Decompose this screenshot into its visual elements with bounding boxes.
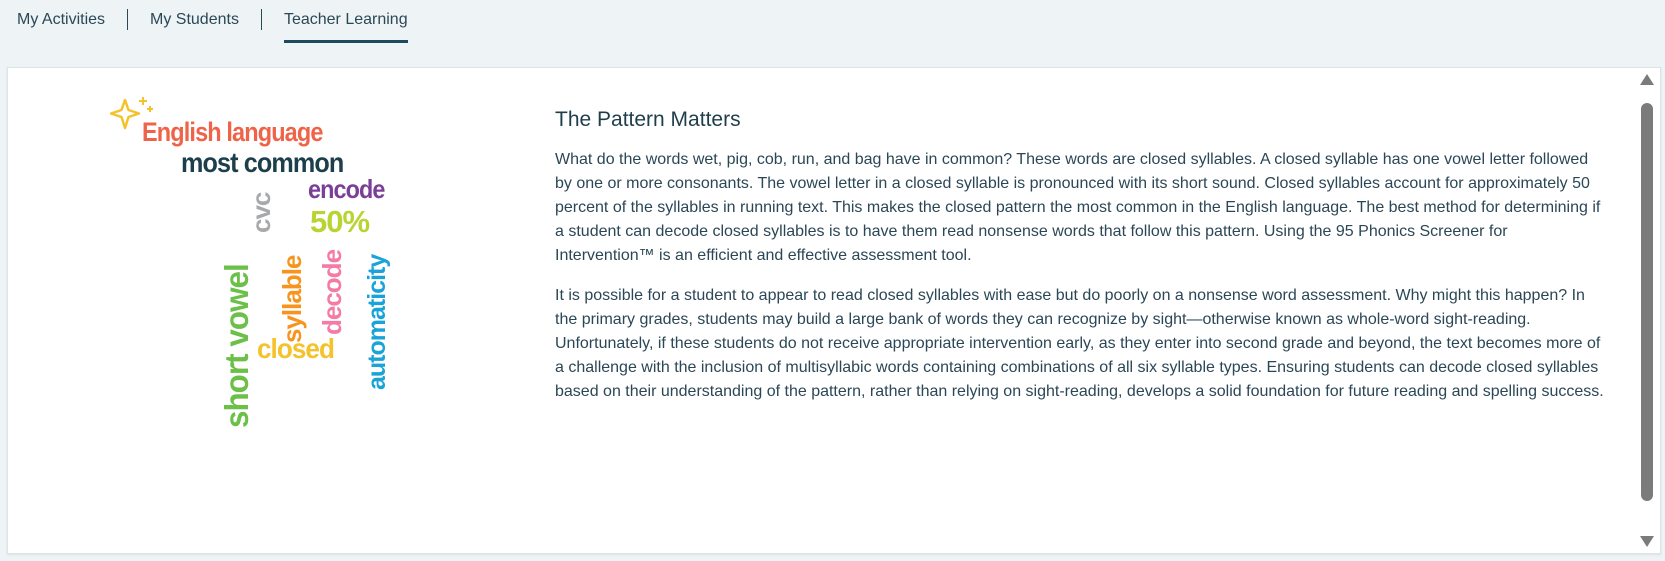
word-most-common: most common [181,147,344,178]
word-cloud-image: English language most common encode cvc … [8,68,488,553]
article: The Pattern Matters What do the words we… [555,108,1605,420]
word-automaticity: automaticity [363,254,391,390]
content-panel: English language most common encode cvc … [7,67,1661,554]
scroll-up-arrow-icon[interactable] [1640,74,1654,85]
word-cvc: cvc [246,192,276,233]
tab-bar: My Activities My Students Teacher Learni… [17,0,408,44]
word-decode: decode [317,249,347,335]
tab-my-activities[interactable]: My Activities [17,0,105,43]
word-syllable: syllable [277,255,307,343]
tab-divider [127,9,129,30]
word-encode: encode [308,174,385,204]
article-title: The Pattern Matters [555,108,741,131]
article-paragraph: What do the words wet, pig, cob, run, an… [555,151,1601,264]
scroll-down-arrow-icon[interactable] [1640,536,1654,547]
article-paragraph: It is possible for a student to appear t… [555,287,1604,400]
word-closed: closed [257,333,335,364]
word-english-language: English language [142,117,323,147]
tab-teacher-learning[interactable]: Teacher Learning [283,0,408,43]
vertical-scrollbar[interactable] [1640,74,1654,547]
word-50-percent: 50% [310,204,370,239]
scrollbar-thumb[interactable] [1641,103,1653,501]
tab-my-students[interactable]: My Students [150,0,239,43]
word-short-vowel: short vowel [218,264,255,428]
tab-divider [260,9,262,30]
